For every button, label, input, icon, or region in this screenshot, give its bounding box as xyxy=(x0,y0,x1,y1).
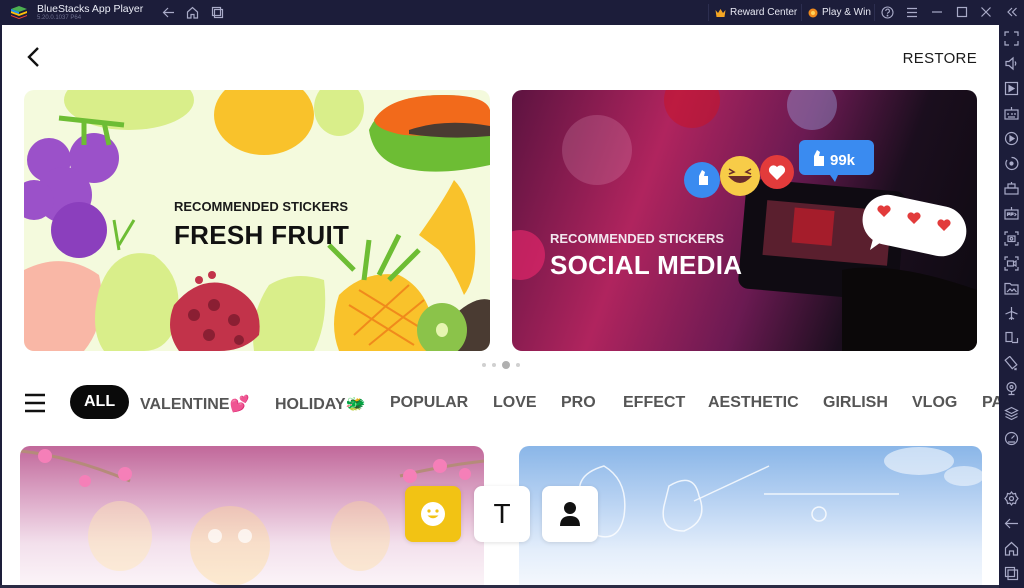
multi-instance-sync-icon[interactable] xyxy=(1004,331,1019,346)
android-home-icon[interactable] xyxy=(1004,541,1019,556)
text-icon: T xyxy=(493,498,511,529)
rotate-screen-icon[interactable] xyxy=(1004,355,1019,371)
banner-fresh-fruit[interactable]: RECOMMENDED STICKERS FRESH FRUIT xyxy=(24,90,490,351)
carousel-dot[interactable] xyxy=(516,363,520,367)
crown-icon xyxy=(715,8,726,17)
banner-subtitle: RECOMMENDED STICKERS xyxy=(550,231,725,246)
back-button[interactable] xyxy=(24,45,44,69)
tab-partial[interactable]: PA xyxy=(982,394,999,412)
instance-manager-icon[interactable] xyxy=(1004,181,1019,196)
banner-title: SOCIAL MEDIA xyxy=(550,250,743,280)
collapse-sidebar-icon[interactable] xyxy=(1004,4,1020,20)
home-icon[interactable] xyxy=(184,4,200,20)
carousel-dot[interactable] xyxy=(482,363,486,367)
tab-pro[interactable]: PRO xyxy=(561,394,596,412)
carousel-dot[interactable] xyxy=(492,363,496,367)
reward-center-label: Reward Center xyxy=(730,7,798,18)
carousel-dot-active[interactable] xyxy=(502,361,510,369)
tab-effect[interactable]: EFFECT xyxy=(623,394,685,412)
volume-icon[interactable] xyxy=(1004,56,1019,71)
performance-icon[interactable] xyxy=(1004,431,1019,446)
divider xyxy=(801,4,802,21)
app-title: BlueStacks App Player xyxy=(37,3,144,15)
menu-icon[interactable] xyxy=(904,4,920,20)
emoji-sticker-button[interactable] xyxy=(405,486,461,542)
play-win-button[interactable]: Play & Win xyxy=(808,4,871,21)
minimize-icon[interactable] xyxy=(929,4,945,20)
smiley-icon xyxy=(421,502,445,526)
restore-button[interactable]: RESTORE xyxy=(903,50,977,67)
app-version: 5.20.0.1037 P64 xyxy=(37,15,82,21)
carousel-indicator xyxy=(482,361,520,369)
bluestacks-logo-icon xyxy=(11,6,27,19)
play-win-icon xyxy=(808,8,818,17)
bluestacks-sidebar xyxy=(999,25,1024,588)
reward-center-button[interactable]: Reward Center xyxy=(715,4,797,21)
tab-valentine[interactable]: VALENTINE💕 xyxy=(140,394,249,414)
chevron-left-icon xyxy=(27,47,39,67)
tab-all[interactable]: ALL xyxy=(70,385,130,419)
divider xyxy=(708,4,709,21)
app-screen: RESTORE RECOMMENDED STICKERS FRESH FRUIT… xyxy=(2,25,999,585)
layers-icon[interactable] xyxy=(1004,406,1019,421)
fullscreen-icon[interactable] xyxy=(1004,31,1019,46)
tab-girlish[interactable]: GIRLISH xyxy=(823,394,888,412)
like-count: 99k xyxy=(830,152,856,169)
rotate-icon[interactable] xyxy=(1004,156,1019,171)
tab-vlog[interactable]: VLOG xyxy=(912,394,957,412)
media-folder-icon[interactable] xyxy=(1004,281,1019,296)
back-icon[interactable] xyxy=(160,4,176,20)
settings-icon[interactable] xyxy=(1004,491,1019,506)
divider xyxy=(874,4,875,21)
help-icon[interactable] xyxy=(879,4,895,20)
screenshot-icon[interactable] xyxy=(1004,231,1019,246)
apk-install-icon[interactable] xyxy=(1004,206,1019,221)
android-back-icon[interactable] xyxy=(1004,516,1019,531)
avatar-sticker-button[interactable] xyxy=(542,486,598,542)
hamburger-menu-icon[interactable] xyxy=(24,392,46,414)
close-icon[interactable] xyxy=(978,4,994,20)
airplane-mode-icon[interactable] xyxy=(1004,306,1019,321)
banner-title: FRESH FRUIT xyxy=(174,220,350,250)
title-bar: BlueStacks App Player 5.20.0.1037 P64 Re… xyxy=(0,0,1024,25)
recent-apps-icon[interactable] xyxy=(1004,566,1019,581)
location-icon[interactable] xyxy=(1004,381,1019,396)
tab-aesthetic[interactable]: AESTHETIC xyxy=(708,394,799,412)
person-icon xyxy=(560,502,580,526)
keyboard-controls-icon[interactable] xyxy=(1004,106,1019,121)
macro-icon[interactable] xyxy=(1004,81,1019,96)
play-win-label: Play & Win xyxy=(822,7,871,18)
multi-instance-icon[interactable] xyxy=(209,4,225,20)
tab-love[interactable]: LOVE xyxy=(493,394,537,412)
category-tabs: ALL VALENTINE💕 HOLIDAY🐲 POPULAR LOVE PRO… xyxy=(2,380,999,426)
record-icon[interactable] xyxy=(1004,131,1019,146)
banner-social-media[interactable]: 99k RECOMMENDED STICKERS SOCIAL MEDIA xyxy=(512,90,977,351)
banner-subtitle: RECOMMENDED STICKERS xyxy=(174,199,349,214)
social-illustration: 99k xyxy=(512,90,977,351)
text-sticker-button[interactable]: T xyxy=(474,486,530,542)
tab-popular[interactable]: POPULAR xyxy=(390,394,468,412)
maximize-icon[interactable] xyxy=(954,4,970,20)
tab-holiday[interactable]: HOLIDAY🐲 xyxy=(275,394,365,414)
screen-record-icon[interactable] xyxy=(1004,256,1019,271)
